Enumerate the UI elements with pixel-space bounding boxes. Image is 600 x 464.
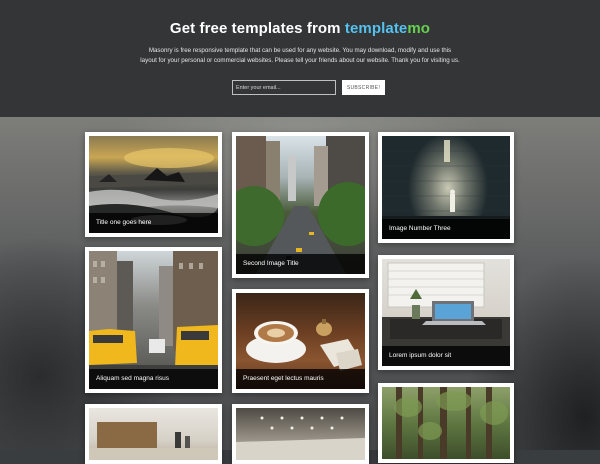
gallery-card-2[interactable]: Second Image Title [232, 132, 369, 278]
gallery-card-3[interactable]: Image Number Three [378, 132, 514, 243]
laptop-desk-image: Lorem ipsum dolor sit [382, 259, 510, 366]
coffee-image: Praesent eget lectus mauris [236, 293, 365, 389]
gallery-card-8[interactable] [232, 404, 369, 464]
card-caption-1: Title one goes here [89, 213, 218, 233]
site-title: Get free templates from templatemo [0, 20, 600, 37]
card-caption-2: Second Image Title [236, 254, 365, 274]
taxis-image: Aliquam sed magna risus [89, 251, 218, 389]
brand-name-template: template [344, 20, 408, 37]
forest-image [382, 387, 510, 459]
site-header: Get free templates from templatemo Mason… [0, 0, 600, 117]
city-street-image: Second Image Title [236, 136, 365, 274]
site-title-prefix: Get free templates from [169, 20, 345, 37]
cafe-tables-art [89, 422, 218, 460]
gallery-card-6[interactable]: Lorem ipsum dolor sit [378, 255, 514, 370]
cafe-tables-image [89, 408, 218, 460]
gallery-card-9[interactable] [378, 383, 514, 463]
brand-name-mo: mo [407, 20, 431, 37]
ceiling-interior-image [236, 408, 365, 460]
card-caption-3: Image Number Three [382, 219, 510, 239]
email-input[interactable] [232, 80, 336, 95]
card-caption-6: Lorem ipsum dolor sit [382, 346, 510, 366]
tagline: Masonry is free responsive template that… [140, 47, 460, 64]
subscribe-button[interactable]: SUBSCRIBE! [342, 80, 385, 95]
card-caption-4: Aliquam sed magna risus [89, 369, 218, 389]
seascape-rocks-image: Title one goes here [89, 136, 218, 233]
gallery-card-5[interactable]: Praesent eget lectus mauris [232, 289, 369, 393]
ceiling-art [236, 416, 365, 460]
gallery-card-1[interactable]: Title one goes here [85, 132, 222, 237]
forest-art [394, 387, 508, 459]
card-caption-5: Praesent eget lectus mauris [236, 369, 365, 389]
lit-wall-image: Image Number Three [382, 136, 510, 239]
gallery-card-7[interactable] [85, 404, 222, 464]
gallery-card-4[interactable]: Aliquam sed magna risus [85, 247, 222, 393]
